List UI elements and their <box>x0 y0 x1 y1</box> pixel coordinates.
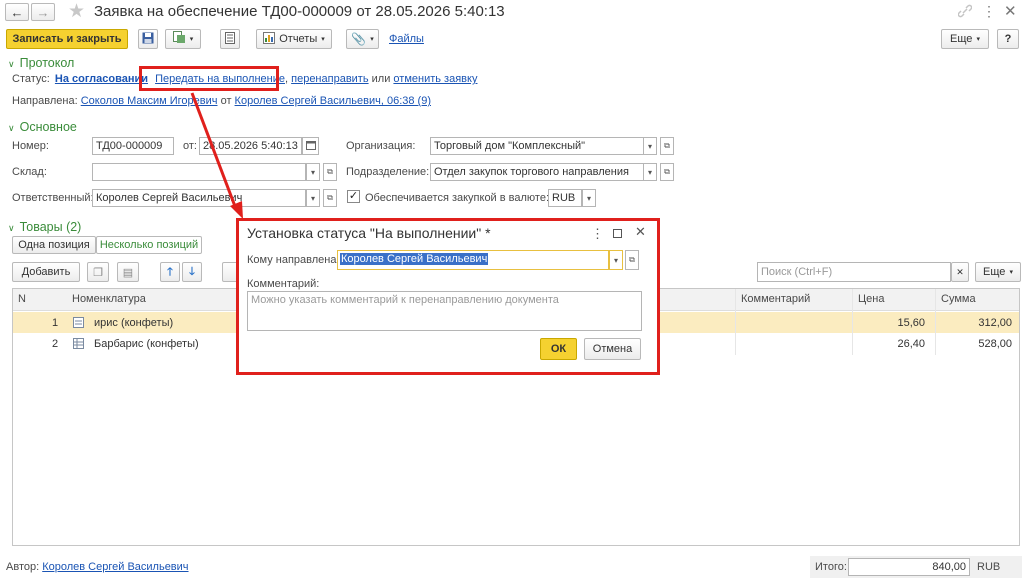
dialog-close-icon[interactable]: ✕ <box>635 224 646 240</box>
to-label: Кому направлена: <box>247 254 340 266</box>
to-dropdown-button[interactable]: ▾ <box>609 250 623 270</box>
cancel-button[interactable]: Отмена <box>584 338 641 360</box>
to-field[interactable]: Королев Сергей Васильевич <box>337 250 609 270</box>
dropdown-arrow-icon: ▾ <box>613 255 618 265</box>
dialog-title: Установка статуса "На выполнении" * <box>247 225 491 241</box>
dialog-maximize-icon[interactable] <box>613 229 622 238</box>
dialog-kebab-icon[interactable]: ⋮ <box>591 226 604 242</box>
open-form-icon: ⧉ <box>629 255 635 264</box>
comment-textarea[interactable]: Можно указать комментарий к перенаправле… <box>247 291 642 331</box>
ok-button[interactable]: ОК <box>540 338 577 360</box>
to-open-button[interactable]: ⧉ <box>625 250 639 270</box>
comment-label: Комментарий: <box>247 278 320 290</box>
cancel-label: Отмена <box>592 343 633 355</box>
status-dialog: Установка статуса "На выполнении" * ⋮ ✕ … <box>239 221 657 372</box>
to-value: Королев Сергей Васильевич <box>340 253 489 265</box>
comment-placeholder: Можно указать комментарий к перенаправле… <box>251 294 559 306</box>
ok-label: ОК <box>550 343 567 355</box>
